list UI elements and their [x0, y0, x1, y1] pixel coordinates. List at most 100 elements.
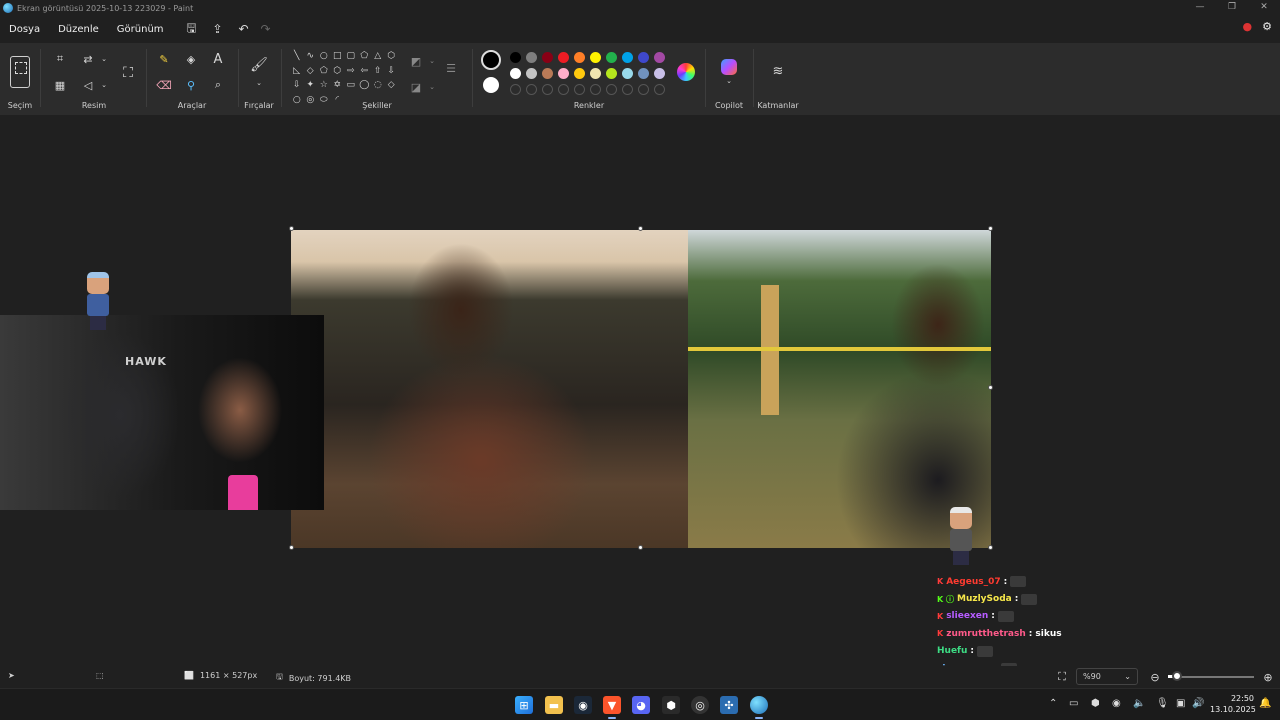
color-swatch[interactable]	[526, 52, 537, 63]
fill-bucket-icon[interactable]: ◈	[183, 51, 199, 67]
fit-to-window-icon[interactable]: ⛶	[1054, 669, 1070, 685]
canvas-image[interactable]	[291, 230, 991, 548]
color-swatch[interactable]	[510, 68, 521, 79]
microphone-icon[interactable]: 🎙	[1156, 698, 1169, 709]
shape-option[interactable]: ⇦	[358, 64, 372, 79]
notification-icon[interactable]: 🔔	[1259, 698, 1271, 709]
color-swatch[interactable]	[558, 52, 569, 63]
pencil-icon[interactable]: ✎	[156, 51, 172, 67]
redo-icon[interactable]: ↷	[255, 18, 277, 40]
security-icon[interactable]: ⬢	[1091, 698, 1100, 709]
shape-option[interactable]: ⬡	[385, 49, 399, 64]
rotate-dropdown-icon[interactable]: ⌄	[96, 77, 112, 93]
shape-option[interactable]: ✡	[331, 78, 345, 93]
volume-icon[interactable]: 🔊	[1192, 698, 1204, 709]
paint-taskbar-icon[interactable]	[750, 696, 768, 719]
close-button[interactable]: ✕	[1248, 0, 1280, 14]
shape-option[interactable]: ⬠	[358, 49, 372, 64]
resize-dropdown-icon[interactable]: ⌄	[96, 51, 112, 67]
network-app-icon[interactable]: ✣	[720, 696, 738, 714]
shape-option[interactable]: ◇	[385, 78, 399, 93]
shape-option[interactable]: ○	[290, 93, 304, 108]
color-swatch[interactable]	[654, 52, 665, 63]
brush-dropdown-icon[interactable]: ⌄	[251, 75, 267, 91]
system-clock[interactable]: 22:50 13.10.2025	[1210, 693, 1256, 715]
resize-handle[interactable]	[638, 226, 643, 231]
shape-option[interactable]: ▭	[344, 78, 358, 93]
edit-colors-icon[interactable]	[677, 63, 695, 81]
shape-option[interactable]: □	[331, 49, 345, 64]
menu-file[interactable]: Dosya	[0, 24, 49, 35]
custom-color-slot[interactable]	[638, 84, 649, 95]
resize-handle[interactable]	[988, 385, 993, 390]
shape-option[interactable]: ✦	[304, 78, 318, 93]
copilot-dropdown-icon[interactable]: ⌄	[721, 73, 737, 89]
shape-option[interactable]: ▢	[344, 49, 358, 64]
shape-option[interactable]: ◯	[358, 78, 372, 93]
color-swatch[interactable]	[638, 52, 649, 63]
undo-icon[interactable]: ↶	[233, 18, 255, 40]
resize-handle[interactable]	[988, 226, 993, 231]
text-tool-icon[interactable]: A	[210, 51, 226, 67]
minimize-button[interactable]: —	[1184, 0, 1216, 14]
shape-option[interactable]: ╲	[290, 49, 304, 64]
resize-handle[interactable]	[289, 545, 294, 550]
shape-option[interactable]: ⬠	[317, 64, 331, 79]
resize-handle[interactable]	[289, 226, 294, 231]
custom-color-slot[interactable]	[622, 84, 633, 95]
layers-icon[interactable]: ≋	[770, 63, 786, 79]
color-swatch[interactable]	[606, 52, 617, 63]
custom-color-slot[interactable]	[542, 84, 553, 95]
share-icon[interactable]: ⇪	[207, 18, 229, 40]
custom-color-slot[interactable]	[590, 84, 601, 95]
shape-option[interactable]: ○	[317, 49, 331, 64]
color-swatch[interactable]	[574, 68, 585, 79]
shape-option[interactable]: ∿	[304, 49, 318, 64]
battery-icon[interactable]: ▭	[1069, 698, 1078, 709]
custom-color-slot[interactable]	[574, 84, 585, 95]
file-explorer-icon[interactable]: ▬	[545, 696, 563, 714]
shape-option[interactable]: ⇩	[290, 78, 304, 93]
zoom-select[interactable]: %90 ⌄	[1076, 668, 1138, 685]
color-swatch[interactable]	[574, 52, 585, 63]
shape-option[interactable]: ⇩	[385, 64, 399, 79]
brave-browser-icon[interactable]: ▼	[603, 696, 621, 719]
shape-option[interactable]: ⬭	[317, 93, 331, 108]
eraser-icon[interactable]: ⌫	[156, 77, 172, 93]
shape-option[interactable]: ⇨	[344, 64, 358, 79]
resize-icon[interactable]: ⇄	[80, 51, 96, 67]
tray-overflow-icon[interactable]: ⌃	[1049, 698, 1057, 709]
remove-background-icon[interactable]: ▦	[52, 77, 68, 93]
image-generator-icon[interactable]: ⛶	[118, 63, 138, 83]
outline-dropdown-icon[interactable]: ⌄	[424, 53, 440, 69]
zoom-out-icon[interactable]: ⊖	[1147, 669, 1163, 685]
primary-color-swatch[interactable]	[481, 50, 501, 70]
app-cube-icon[interactable]: ⬢	[662, 696, 680, 714]
zoom-slider-thumb[interactable]	[1171, 671, 1182, 681]
shape-option[interactable]: ☆	[317, 78, 331, 93]
shape-option[interactable]: ⬡	[331, 64, 345, 79]
outline-icon[interactable]: ◩	[408, 53, 424, 69]
custom-color-slot[interactable]	[606, 84, 617, 95]
color-swatch[interactable]	[622, 52, 633, 63]
shape-option[interactable]: ◎	[304, 93, 318, 108]
steam-icon[interactable]: ◉	[574, 696, 592, 714]
resize-handle[interactable]	[638, 545, 643, 550]
color-picker-icon[interactable]: ⚲	[183, 77, 199, 93]
menu-view[interactable]: Görünüm	[108, 24, 173, 35]
color-swatch[interactable]	[542, 68, 553, 79]
shape-option[interactable]: ⇧	[371, 64, 385, 79]
magnifier-icon[interactable]: ⌕	[210, 77, 226, 93]
shape-option[interactable]: ◌	[371, 78, 385, 93]
fill-icon[interactable]: ◪	[408, 79, 424, 95]
color-swatch[interactable]	[590, 52, 601, 63]
custom-color-slot[interactable]	[558, 84, 569, 95]
secondary-color-swatch[interactable]	[483, 77, 499, 93]
custom-color-slot[interactable]	[654, 84, 665, 95]
record-icon[interactable]: ●	[1243, 20, 1253, 33]
steam-tray-icon[interactable]: ◉	[1112, 698, 1121, 709]
maximize-button[interactable]: ❐	[1216, 0, 1248, 14]
color-swatch[interactable]	[638, 68, 649, 79]
brush-icon[interactable]: 🖌	[250, 57, 268, 73]
network-icon[interactable]: ▣	[1176, 698, 1185, 709]
